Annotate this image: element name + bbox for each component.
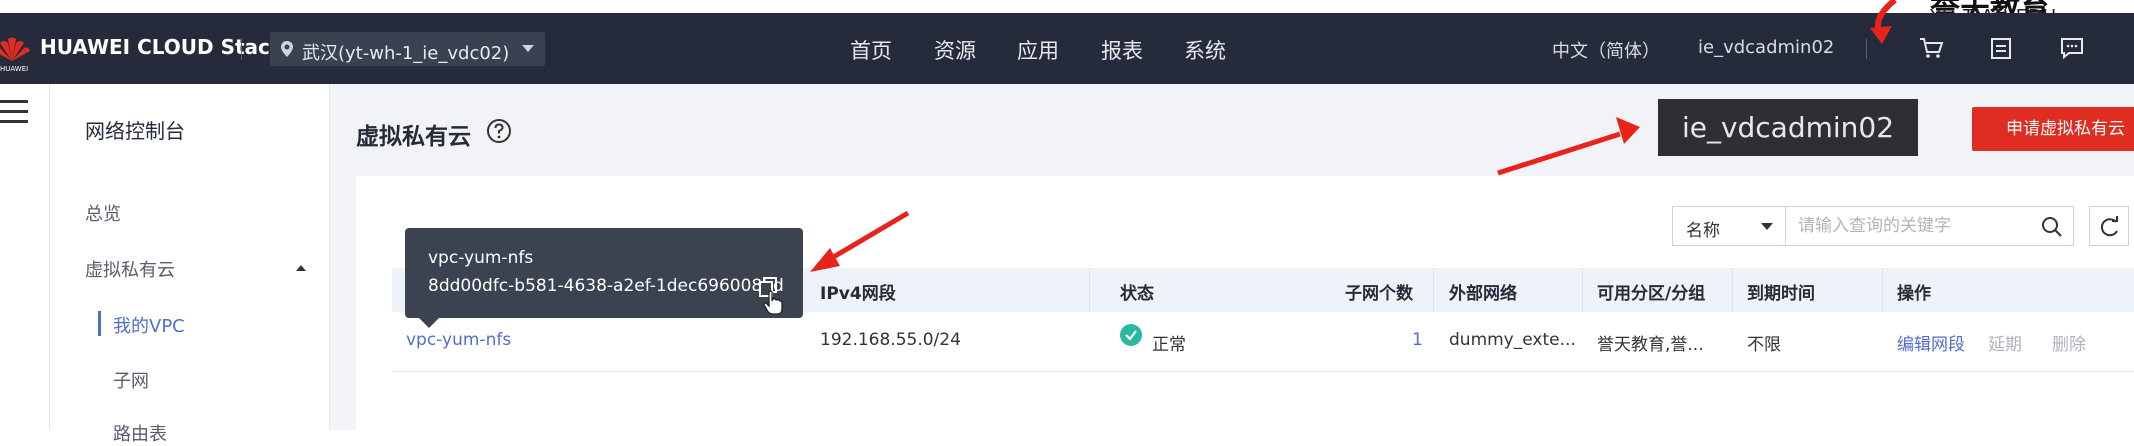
message-icon[interactable] [2059,35,2085,61]
nav-reports[interactable]: 报表 [1101,35,1143,65]
hand-cursor-icon [763,290,783,315]
column-divider [1732,268,1733,312]
table-row: vpc-yum-nfs 192.168.55.0/24 正常 1 dummy_e… [392,312,2134,372]
search-input[interactable] [1796,214,2026,238]
column-divider [1882,268,1883,312]
refresh-icon [2100,216,2118,237]
column-header-subnets: 子网个数 [1345,284,1413,304]
region-selector[interactable]: 武汉(yt-wh-1_ie_vdc02) [270,32,545,66]
column-header-ipv4: IPv4网段 [820,284,896,304]
column-divider [1089,268,1090,312]
tooltip-vpc-id: 8dd00dfc-b581-4638-a2ef-1dec696008bd [428,276,784,296]
vpc-external-network: dummy_exte... [1449,330,1576,350]
extend-link[interactable]: 延期 [1988,330,2022,355]
active-indicator [98,311,101,336]
column-header-expiry: 到期时间 [1747,284,1815,304]
vpc-availability-zone: 誉天教育,誉... [1597,335,1704,355]
sidebar-title: 网络控制台 [85,119,185,143]
vpc-subnet-count[interactable]: 1 [1412,330,1423,350]
edit-cidr-link[interactable]: 编辑网段 [1897,330,1965,355]
menu-icon[interactable] [0,100,28,126]
vpc-status: 正常 [1152,335,1186,355]
column-header-actions: 操作 [1897,284,1931,304]
location-pin-icon [281,41,293,57]
filter-field-label: 名称 [1686,221,1720,241]
apply-vpc-button[interactable]: 申请虚拟私有云 [1972,107,2134,151]
chevron-up-icon[interactable] [296,265,306,271]
top-strip [0,0,2134,13]
cart-icon[interactable] [1918,35,1944,61]
sidebar-group-vpc[interactable]: 虚拟私有云 [85,256,175,282]
search-icon[interactable] [2041,216,2063,238]
column-divider [1433,268,1434,312]
language-selector[interactable]: 中文（简体） [1552,37,1660,63]
nav-system[interactable]: 系统 [1184,35,1226,65]
nav-resources[interactable]: 资源 [934,35,976,65]
vpc-id-tooltip: vpc-yum-nfs 8dd00dfc-b581-4638-a2ef-1dec… [405,228,803,328]
region-label: 武汉(yt-wh-1_ie_vdc02) [302,43,510,64]
sidebar: 网络控制台 总览 虚拟私有云 我的VPC 子网 路由表 [50,84,330,445]
vpc-expiry: 不限 [1747,335,1781,355]
user-menu[interactable]: ie_vdcadmin02 [1698,37,1834,58]
brand-name[interactable]: HUAWEI CLOUD Stack [40,35,283,59]
clipboard-icon[interactable] [1988,35,2014,61]
vpc-cidr: 192.168.55.0/24 [820,330,961,350]
column-header-status: 状态 [1120,284,1154,304]
chevron-down-icon [1761,223,1773,230]
help-icon[interactable] [486,118,512,144]
filter-field-select[interactable]: 名称 [1672,206,1786,246]
chevron-down-icon [522,45,534,52]
nav-applications[interactable]: 应用 [1017,35,1059,65]
tooltip-vpc-name: vpc-yum-nfs [428,248,534,268]
top-navbar: HUAWEI HUAWEI CLOUD Stack 武汉(yt-wh-1_ie_… [0,13,2134,84]
vpc-name-link[interactable]: vpc-yum-nfs [406,330,511,350]
user-highlight-box: ie_vdcadmin02 [1658,99,1918,156]
search-box [1786,206,2074,246]
sidebar-item-subnet[interactable]: 子网 [113,367,149,393]
navbar-divider [241,38,242,60]
tooltip-arrow [419,318,439,328]
huawei-logo-icon [0,37,30,61]
page-title: 虚拟私有云 [356,124,471,150]
refresh-button[interactable] [2089,206,2129,246]
column-header-external-network: 外部网络 [1449,284,1517,304]
sidebar-item-overview[interactable]: 总览 [85,200,121,226]
column-header-az: 可用分区/分组 [1597,284,1706,304]
navbar-divider-right [1866,39,1867,59]
nav-home[interactable]: 首页 [850,35,892,65]
column-divider [1582,268,1583,312]
sidebar-item-my-vpc[interactable]: 我的VPC [113,312,185,338]
logo-subtext: HUAWEI [0,65,29,73]
sidebar-item-route-table[interactable]: 路由表 [113,420,167,446]
collapsed-rail [0,84,50,430]
delete-link[interactable]: 删除 [2052,330,2086,355]
status-ok-icon [1120,324,1142,346]
